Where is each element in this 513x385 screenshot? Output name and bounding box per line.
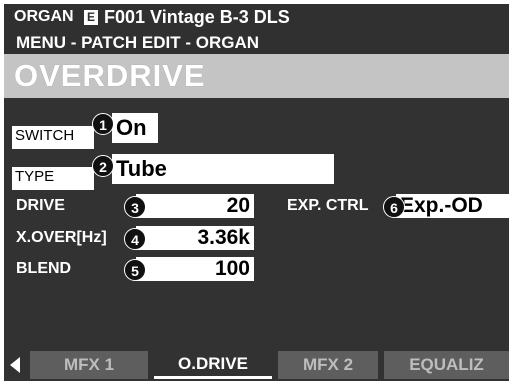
blend-value[interactable]: 100	[136, 257, 254, 281]
param-number-1-icon: 1	[92, 113, 114, 135]
xover-value[interactable]: 3.36k	[136, 226, 254, 250]
type-label: TYPE	[12, 167, 94, 190]
param-number-5-icon: 5	[124, 259, 146, 281]
tab-bar: MFX 1 O.DRIVE MFX 2 EQUALIZ	[4, 347, 509, 381]
title-bar: OVERDRIVE	[4, 54, 509, 98]
menu-path: MENU - PATCH EDIT - ORGAN	[16, 33, 260, 52]
section-label: ORGAN	[14, 8, 74, 25]
drive-value[interactable]: 20	[136, 194, 254, 218]
patch-name: F001 Vintage B-3 DLS	[104, 7, 290, 27]
switch-value[interactable]: On	[112, 113, 158, 143]
exp-ctrl-label: EXP. CTRL	[287, 197, 369, 214]
exp-ctrl-value[interactable]: Exp.-OD	[396, 194, 509, 218]
param-number-2-icon: 2	[92, 155, 114, 177]
switch-label: SWITCH	[12, 126, 94, 149]
xover-label: X.OVER[Hz]	[16, 229, 107, 246]
param-number-6-icon: 6	[383, 196, 405, 218]
blend-label: BLEND	[16, 260, 72, 277]
tab-odrive[interactable]: O.DRIVE	[154, 351, 272, 379]
page-title: OVERDRIVE	[14, 58, 206, 93]
left-triangle-icon[interactable]	[10, 357, 20, 373]
header-bar: ORGAN E F001 Vintage B-3 DLS	[4, 4, 509, 32]
display-screen: ORGAN E F001 Vintage B-3 DLS MENU - PATC…	[4, 4, 509, 381]
tab-equaliz[interactable]: EQUALIZ	[384, 351, 509, 379]
param-number-3-icon: 3	[124, 196, 146, 218]
breadcrumb: MENU - PATCH EDIT - ORGAN	[4, 32, 509, 54]
tab-mfx1[interactable]: MFX 1	[30, 351, 148, 379]
section-badge: E	[84, 10, 98, 25]
tab-mfx2[interactable]: MFX 2	[278, 351, 378, 379]
type-value[interactable]: Tube	[112, 154, 334, 184]
param-number-4-icon: 4	[124, 228, 146, 250]
drive-label: DRIVE	[16, 197, 65, 214]
